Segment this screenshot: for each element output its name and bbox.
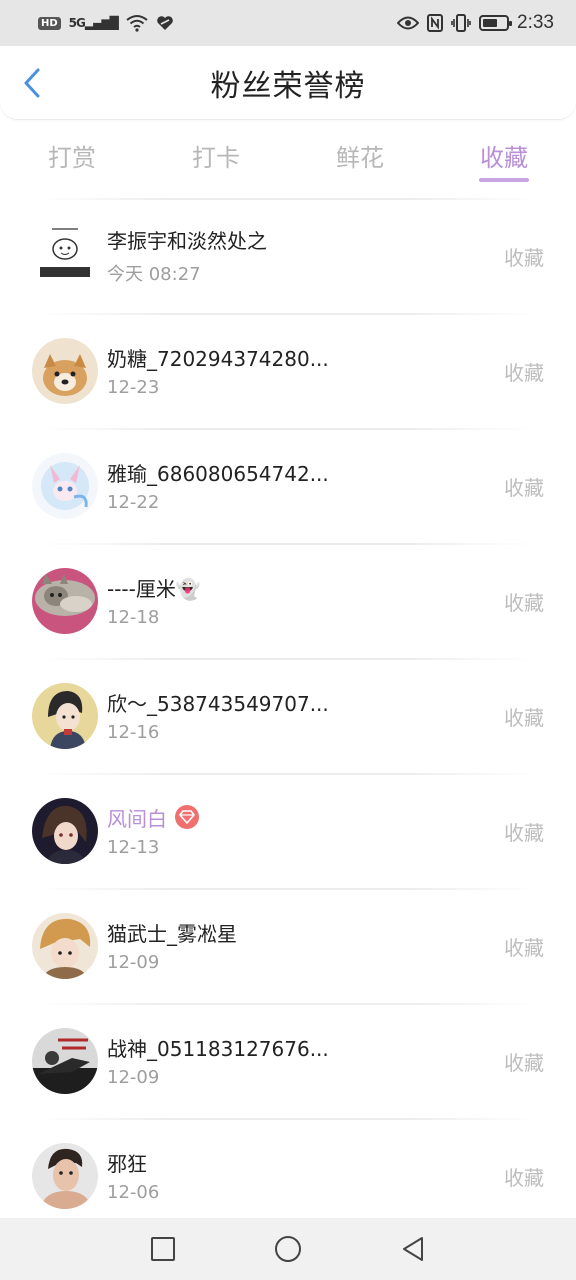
avatar[interactable]: [32, 567, 98, 634]
diamond-badge-icon: [175, 805, 199, 829]
battery-icon: [479, 15, 513, 31]
tab-flowers[interactable]: 鲜花: [288, 130, 432, 190]
tab-checkin[interactable]: 打卡: [144, 130, 288, 190]
nfc-icon: [427, 14, 444, 32]
favorite-label: 收藏: [504, 821, 544, 845]
fan-list: 李振宇和淡然处之 今天 08:27 收藏 奶糖_720294374280... …: [0, 198, 576, 1233]
avatar[interactable]: [32, 797, 98, 864]
tab-favorites[interactable]: 收藏: [432, 130, 576, 190]
avatar[interactable]: [32, 1027, 98, 1094]
hd-badge: HD: [38, 16, 61, 30]
fan-row[interactable]: ----厘米👻 12-18 收藏: [0, 543, 576, 658]
page-header: 粉丝荣誉榜: [0, 46, 576, 120]
favorite-label: 收藏: [504, 706, 544, 730]
favorite-label: 收藏: [504, 1166, 544, 1190]
favorite-label: 收藏: [504, 361, 544, 385]
signal-icon: 5G▂▄▆█: [68, 16, 119, 30]
status-bar: HD 5G▂▄▆█ 2:33: [0, 0, 576, 46]
fan-name: 风间白: [107, 806, 167, 831]
fan-row[interactable]: 风间白 12-13 收藏: [0, 773, 576, 888]
favorite-label: 收藏: [504, 246, 544, 270]
avatar[interactable]: [32, 1142, 98, 1209]
data-saver-icon: [156, 16, 173, 30]
favorite-label: 收藏: [504, 476, 544, 500]
tab-tips[interactable]: 打赏: [0, 130, 144, 190]
fan-row[interactable]: 奶糖_720294374280... 12-23 收藏: [0, 313, 576, 428]
eye-icon: [397, 16, 420, 30]
fan-row[interactable]: 李振宇和淡然处之 今天 08:27 收藏: [0, 198, 576, 313]
favorite-label: 收藏: [504, 591, 544, 615]
back-button[interactable]: [18, 66, 46, 100]
page-title: 粉丝荣誉榜: [210, 68, 366, 104]
fan-row[interactable]: 邪狂 12-06 收藏: [0, 1118, 576, 1233]
home-button[interactable]: [274, 1235, 302, 1263]
avatar[interactable]: [32, 337, 98, 404]
avatar[interactable]: [32, 222, 98, 289]
avatar[interactable]: [32, 682, 98, 749]
fan-row[interactable]: 战神_051183127676... 12-09 收藏: [0, 1003, 576, 1118]
avatar[interactable]: [32, 912, 98, 979]
favorite-label: 收藏: [504, 1051, 544, 1075]
favorite-label: 收藏: [504, 936, 544, 960]
vibrate-icon: [451, 14, 471, 32]
avatar[interactable]: [32, 452, 98, 519]
fan-row[interactable]: 欣～_538743549707... 12-16 收藏: [0, 658, 576, 773]
back-nav-button[interactable]: [400, 1235, 426, 1263]
fan-row[interactable]: 雅瑜_686080654742... 12-22 收藏: [0, 428, 576, 543]
recent-apps-button[interactable]: [150, 1236, 176, 1262]
system-nav-bar: [0, 1218, 576, 1280]
fan-row[interactable]: 猫武士_雾凇星 12-09 收藏: [0, 888, 576, 1003]
tab-bar: 打赏 打卡 鲜花 收藏: [0, 130, 576, 190]
wifi-icon: [126, 15, 148, 32]
chevron-left-icon: [24, 68, 40, 98]
status-time: 2:33: [517, 12, 554, 33]
